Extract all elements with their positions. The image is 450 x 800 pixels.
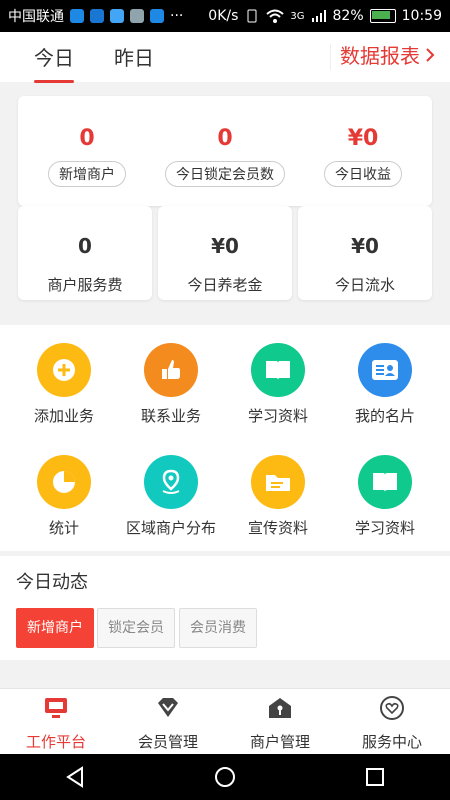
feature-study-material-2[interactable]: 学习资料: [329, 455, 441, 538]
metric-value: ¥0: [347, 126, 379, 151]
nav-merchant-management[interactable]: 商户管理: [224, 695, 336, 752]
carrier-label: 中国联通: [8, 9, 64, 25]
image-icon: [130, 9, 144, 23]
nav-label: 会员管理: [137, 733, 198, 751]
metric-value: 0: [79, 126, 95, 151]
wifi-icon: [266, 9, 285, 23]
back-triangle-icon: [66, 766, 83, 788]
message-icon: [110, 9, 124, 23]
app-icon: [70, 9, 84, 23]
feature-statistics[interactable]: 统计: [8, 455, 120, 538]
metric-value: 0: [78, 234, 92, 258]
id-card-icon: [358, 343, 412, 397]
status-bar: 中国联通 ··· 0K/s 3G 82% 10:59: [0, 0, 450, 32]
map-pin-icon: [144, 455, 198, 509]
today-metrics-card: 0 新增商户 0 今日锁定会员数 ¥0 今日收益: [18, 96, 432, 206]
metric-locked-members: 0 今日锁定会员数: [156, 96, 294, 187]
feature-study-material[interactable]: 学习资料: [222, 343, 334, 426]
metric-pension: ¥0 今日养老金: [158, 206, 292, 300]
nav-label: 工作平台: [25, 733, 86, 751]
metric-new-merchants: 0 新增商户: [18, 96, 156, 187]
thumbs-up-icon: [144, 343, 198, 397]
feature-add-business[interactable]: 添加业务: [8, 343, 120, 426]
feature-label: 学习资料: [247, 407, 308, 425]
bottom-navigation: 工作平台 会员管理 商户管理 服务中心: [0, 688, 450, 755]
monitor-icon: [45, 698, 67, 718]
more-icon: ···: [170, 8, 184, 24]
metric-turnover: ¥0 今日流水: [298, 206, 432, 300]
metric-value: ¥0: [211, 234, 239, 258]
metric-label: 今日锁定会员数: [165, 161, 285, 187]
home-circle-icon: [215, 767, 235, 787]
baidu-icon: [150, 9, 164, 23]
book-icon: [251, 343, 305, 397]
chip-member-spending[interactable]: 会员消费: [179, 608, 257, 648]
usb-icon: [90, 9, 104, 23]
nav-work-platform[interactable]: 工作平台: [0, 695, 112, 752]
clock: 10:59: [401, 8, 442, 24]
network-type: 3G: [290, 10, 305, 22]
shop-icon: [269, 698, 291, 718]
signal-icon: [311, 10, 326, 22]
metric-service-fee: 0 商户服务费: [18, 206, 152, 300]
divider: [330, 44, 331, 70]
report-button[interactable]: 数据报表: [340, 40, 436, 69]
plus-icon: [37, 343, 91, 397]
feature-label: 区域商户分布: [125, 519, 216, 537]
today-dynamics-section: 今日动态 新增商户 锁定会员 会员消费: [0, 556, 450, 660]
battery-percent: 82%: [332, 8, 364, 24]
back-button[interactable]: [61, 763, 89, 791]
metric-label: 今日养老金: [187, 276, 263, 294]
tab-today[interactable]: 今日: [34, 42, 74, 83]
section-title: 今日动态: [16, 572, 88, 593]
tab-yesterday[interactable]: 昨日: [114, 42, 154, 71]
home-button[interactable]: [211, 763, 239, 791]
book-icon: [358, 455, 412, 509]
diamond-icon: [158, 698, 178, 717]
top-bar: 今日 昨日 数据报表: [0, 32, 450, 83]
metric-today-earnings: ¥0 今日收益: [294, 96, 432, 187]
metric-value: 0: [217, 126, 233, 151]
feature-label: 我的名片: [354, 407, 415, 425]
feature-label: 添加业务: [33, 407, 94, 425]
chip-locked-members[interactable]: 锁定会员: [97, 608, 175, 648]
battery-icon: [369, 9, 396, 23]
pie-chart-icon: [37, 455, 91, 509]
metric-label: 新增商户: [48, 161, 126, 187]
report-label: 数据报表: [340, 44, 420, 68]
nav-service-center[interactable]: 服务中心: [336, 695, 448, 752]
vibrate-icon: [247, 9, 257, 23]
system-navigation-bar: [0, 754, 450, 800]
nav-label: 服务中心: [361, 733, 422, 751]
nav-member-management[interactable]: 会员管理: [112, 695, 224, 752]
feature-label: 联系业务: [140, 407, 201, 425]
recents-square-icon: [366, 768, 384, 786]
metric-value: ¥0: [351, 234, 379, 258]
recents-button[interactable]: [361, 763, 389, 791]
chip-new-merchants[interactable]: 新增商户: [16, 608, 94, 648]
feature-merchant-distribution[interactable]: 区域商户分布: [115, 455, 227, 538]
chevron-right-icon: [426, 47, 435, 62]
secondary-metrics: 0 商户服务费 ¥0 今日养老金 ¥0 今日流水: [18, 206, 432, 300]
metric-label: 商户服务费: [47, 276, 123, 294]
feature-contact-business[interactable]: 联系业务: [115, 343, 227, 426]
feature-my-card[interactable]: 我的名片: [329, 343, 441, 426]
metric-label: 今日收益: [324, 161, 402, 187]
feature-grid: 添加业务 联系业务 学习资料 我的名片 统计 区域商户分布 宣传资料 学习资料: [0, 325, 450, 551]
network-speed: 0K/s: [208, 8, 239, 24]
feature-label: 统计: [48, 519, 79, 537]
nav-label: 商户管理: [249, 733, 310, 751]
feature-promo-material[interactable]: 宣传资料: [222, 455, 334, 538]
folder-icon: [251, 455, 305, 509]
feature-label: 学习资料: [354, 519, 415, 537]
feature-label: 宣传资料: [247, 519, 308, 537]
metric-label: 今日流水: [334, 276, 395, 294]
heart-icon: [380, 696, 404, 720]
